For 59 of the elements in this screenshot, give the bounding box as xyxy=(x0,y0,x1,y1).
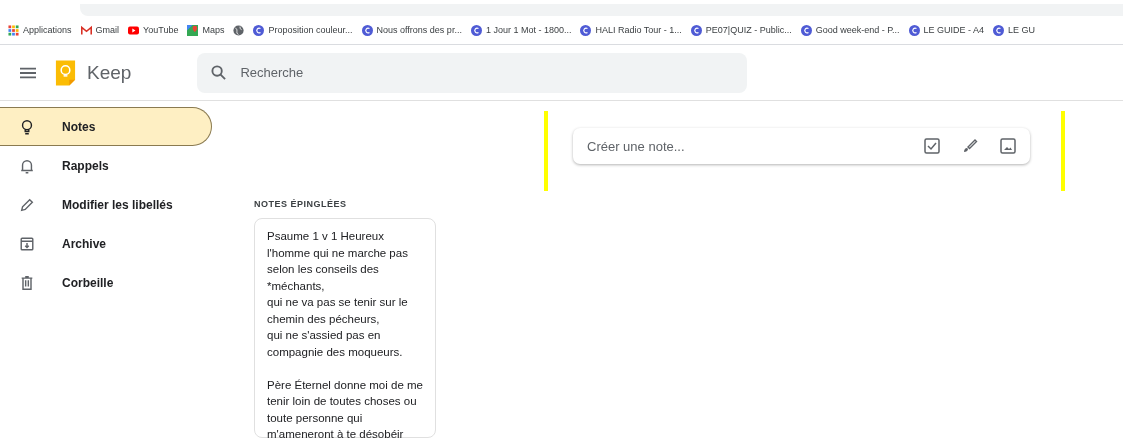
note-text-line: selon les conseils des xyxy=(267,262,380,277)
note-card[interactable] xyxy=(254,218,436,438)
bookmark-link[interactable]: Gmail xyxy=(95,25,120,35)
sidebar-item[interactable]: Rappels xyxy=(0,146,212,185)
bookmark-link[interactable]: 1 Jour 1 Mot - 1800... xyxy=(485,25,572,35)
site-icon xyxy=(470,24,482,36)
lightbulb-logo-icon xyxy=(54,59,77,86)
menu-icon[interactable] xyxy=(20,66,36,79)
note-text-line: m'ameneront à te désobéir xyxy=(267,427,405,441)
image-icon[interactable] xyxy=(1000,138,1016,154)
note-text-line: qui ne va pas se tenir sur le xyxy=(267,295,409,310)
note-text-line: Père Éternel donne moi de me xyxy=(267,377,423,393)
search-field[interactable]: Recherche xyxy=(197,52,748,93)
bookmark-link[interactable]: Good week-end - P... xyxy=(815,25,900,35)
sidebar-item[interactable]: Archive xyxy=(0,224,212,263)
site-icon xyxy=(908,24,920,36)
section-heading: NOTES ÉPINGLÉES xyxy=(254,199,348,209)
archive-box-icon xyxy=(19,235,35,252)
bookmark-link[interactable]: PE07|QUIZ - Public... xyxy=(705,25,792,35)
pencil-icon xyxy=(19,196,35,213)
checkbox-icon[interactable] xyxy=(924,138,940,154)
sidebar-item[interactable]: Notes xyxy=(0,107,212,146)
trash-icon xyxy=(19,274,35,291)
bookmark-link[interactable]: LE GU xyxy=(1008,25,1036,35)
bookmark-link[interactable]: HALI Radio Tour - 1... xyxy=(595,25,682,35)
note-text-line: Psaume 1 v 1 Heureux xyxy=(267,229,385,244)
map-pin-icon xyxy=(187,24,199,36)
note-composer[interactable]: Créer une note... xyxy=(573,128,1030,164)
site-icon xyxy=(800,24,812,36)
mail-icon xyxy=(80,24,92,36)
site-icon xyxy=(580,24,592,36)
site-icon xyxy=(361,24,373,36)
note-text-line: *méchants, xyxy=(267,278,326,294)
note-text-line: compagnie des moqueurs. xyxy=(267,344,404,360)
bookmark-link[interactable]: YouTube xyxy=(143,25,179,35)
sidebar-item[interactable]: Modifier les libellés xyxy=(0,185,212,224)
note-text-line: l'homme qui ne marche pas xyxy=(267,245,409,261)
search-icon[interactable] xyxy=(211,64,227,80)
composer-placeholder: Créer une note... xyxy=(587,138,686,154)
sidebar-item[interactable]: Corbeille xyxy=(0,263,212,302)
apps-grid-icon xyxy=(8,24,19,36)
lightbulb-icon xyxy=(19,118,35,135)
site-icon xyxy=(253,24,265,36)
globe-icon xyxy=(233,24,245,36)
site-icon xyxy=(690,24,702,36)
note-text-line: tenir loin de toutes choses ou xyxy=(267,394,418,409)
bookmark-link[interactable]: Maps xyxy=(202,25,225,35)
bell-icon xyxy=(19,157,35,174)
bookmark-link[interactable]: Nous offrons des pr... xyxy=(376,25,462,35)
bookmark-link[interactable]: Proposition couleur... xyxy=(268,25,353,35)
site-icon xyxy=(993,24,1005,36)
note-text-line: chemin des pécheurs, xyxy=(267,311,381,327)
brush-icon[interactable] xyxy=(962,138,978,154)
bookmark-link[interactable]: LE GUIDE - A4 xyxy=(923,25,985,35)
note-text-line: toute personne qui xyxy=(267,410,364,426)
note-text-line: qui ne s'assied pas en xyxy=(267,328,382,343)
bookmark-link[interactable]: Applications xyxy=(23,25,72,35)
play-icon xyxy=(128,24,140,36)
app-title: Keep xyxy=(87,61,132,84)
